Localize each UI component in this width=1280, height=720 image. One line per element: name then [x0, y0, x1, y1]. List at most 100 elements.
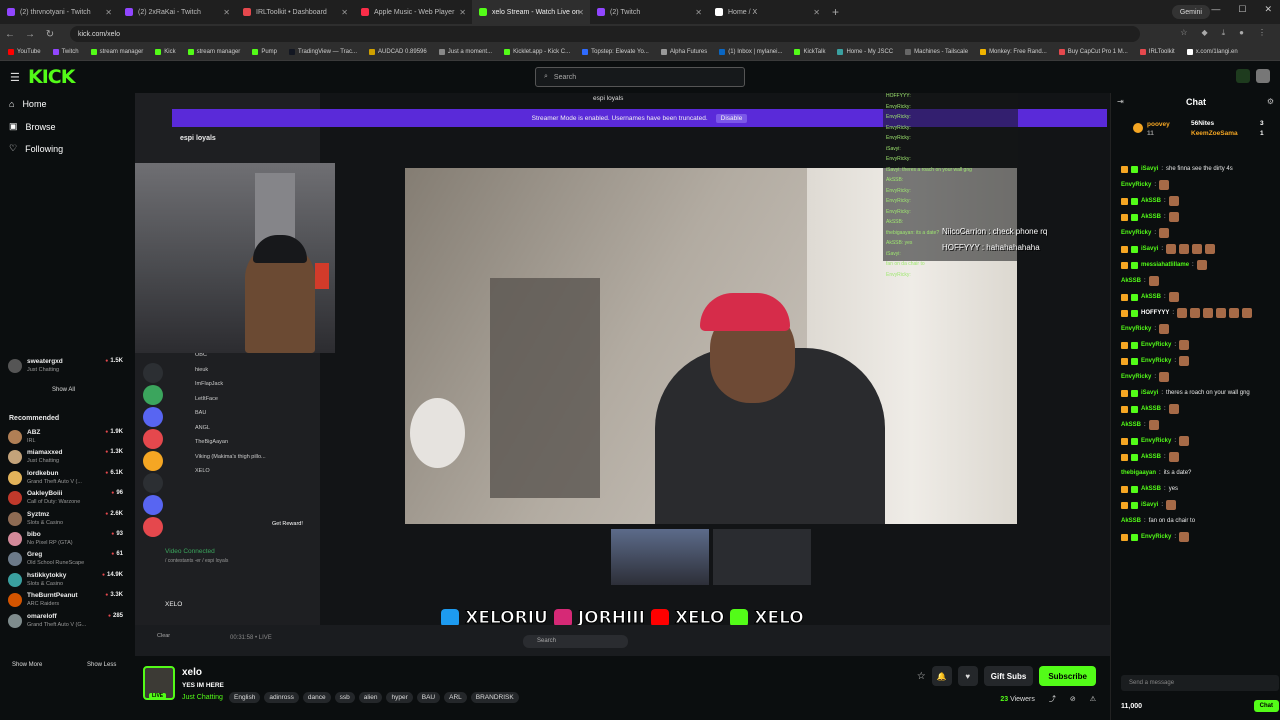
- tab-close-icon[interactable]: ✕: [813, 8, 820, 17]
- bookmark-item[interactable]: Machines - Tailscale: [905, 49, 968, 55]
- browser-tab[interactable]: Home / X ✕: [708, 0, 826, 24]
- browser-tab[interactable]: (2) Twitch ✕: [590, 0, 708, 24]
- following-item[interactable]: sweatergxd Just Chatting 1.5K: [8, 356, 123, 377]
- kick-logo[interactable]: KICK: [28, 66, 75, 88]
- tab-close-icon[interactable]: ✕: [695, 8, 702, 17]
- recommended-channel[interactable]: TheBurntPeanutARC Raiders3.3K: [8, 590, 123, 611]
- bookmark-item[interactable]: Monkey: Free Rand...: [980, 49, 1047, 55]
- forward-icon[interactable]: →: [20, 29, 40, 40]
- chat-username[interactable]: EnvyRicky: [1121, 180, 1151, 190]
- bookmark-item[interactable]: Kicklet.app - Kick C...: [504, 49, 570, 55]
- nav-browse[interactable]: ▣ Browse: [9, 121, 56, 132]
- chat-username[interactable]: messiahatlillame: [1141, 260, 1189, 270]
- chat-username[interactable]: AkSSB: [1141, 404, 1161, 414]
- chat-send-button[interactable]: Chat: [1253, 700, 1279, 712]
- channel-points[interactable]: 11,000: [1121, 703, 1142, 710]
- stream-video[interactable]: OBC hieuk ImFlapJack LetItFace BAU ANGL TheBig…: [135, 93, 1110, 656]
- browser-tab[interactable]: (2) 2xRaKai - Twitch ✕: [118, 0, 236, 24]
- recommended-channel[interactable]: OakleyBoiiiCall of Duty: Warzone96: [8, 488, 123, 509]
- bookmark-item[interactable]: (1) Inbox | mylanei...: [719, 49, 782, 55]
- chat-username[interactable]: AkSSB: [1121, 516, 1141, 526]
- minimize-icon[interactable]: —: [1211, 4, 1220, 15]
- chat-username[interactable]: iSavyi: [1141, 388, 1158, 398]
- search-input[interactable]: ⌕ Search: [535, 67, 745, 87]
- bookmark-item[interactable]: Pump: [252, 49, 277, 55]
- bookmark-item[interactable]: Buy CapCut Pro 1 M...: [1058, 49, 1128, 55]
- close-icon[interactable]: ✕: [1264, 4, 1272, 15]
- stream-tag[interactable]: adinross: [264, 692, 299, 703]
- bookmark-star-icon[interactable]: ☆: [1180, 28, 1187, 38]
- nav-following[interactable]: ♡ Following: [9, 143, 63, 154]
- chat-username[interactable]: thebigaayan: [1121, 468, 1156, 478]
- bookmark-item[interactable]: TradingView — Trac...: [289, 49, 357, 55]
- profile-icon[interactable]: ●: [1239, 28, 1244, 38]
- recommended-channel[interactable]: biboNo Pixel RP (GTA)93: [8, 529, 123, 550]
- chat-username[interactable]: AkSSB: [1141, 452, 1161, 462]
- subscribe-button[interactable]: Subscribe: [1039, 666, 1096, 686]
- chat-username[interactable]: EnvyRicky: [1121, 324, 1151, 334]
- chat-username[interactable]: EnvyRicky: [1121, 228, 1151, 238]
- show-all-link[interactable]: Show All: [52, 387, 75, 393]
- tab-close-icon[interactable]: ✕: [223, 8, 230, 17]
- recommended-channel[interactable]: omareloffGrand Theft Auto V (G...285: [8, 611, 123, 632]
- new-tab-icon[interactable]: +: [826, 5, 845, 19]
- chat-username[interactable]: AkSSB: [1141, 292, 1161, 302]
- chat-username[interactable]: iSavyi: [1141, 244, 1158, 254]
- browser-tab[interactable]: (2) thrvnotyani - Twitch ✕: [0, 0, 118, 24]
- stream-tag[interactable]: English: [229, 692, 261, 703]
- chat-username[interactable]: AkSSB: [1141, 196, 1161, 206]
- downloads-icon[interactable]: ⤓: [1222, 28, 1226, 38]
- chat-username[interactable]: EnvyRicky: [1141, 532, 1171, 542]
- browser-tab[interactable]: IRLToolkit • Dashboard ✕: [236, 0, 354, 24]
- chat-input[interactable]: Send a message: [1121, 675, 1279, 691]
- bookmark-item[interactable]: stream manager: [187, 49, 240, 55]
- chat-username[interactable]: EnvyRicky: [1121, 372, 1151, 382]
- tab-close-icon[interactable]: ✕: [577, 8, 584, 17]
- notifications-icon[interactable]: [1236, 69, 1250, 83]
- recommended-channel[interactable]: miamaxxedJust Chatting1.3K: [8, 447, 123, 468]
- bookmark-item[interactable]: AUDCAD 0.89596: [369, 49, 427, 55]
- stream-category[interactable]: Just Chatting: [182, 694, 223, 701]
- gift-subs-button[interactable]: Gift Subs: [983, 666, 1034, 686]
- follow-heart-icon[interactable]: ♥: [957, 666, 978, 686]
- stream-tag[interactable]: hyper: [386, 692, 413, 703]
- bookmark-item[interactable]: Topstep: Elevate Yo...: [582, 49, 649, 55]
- tab-close-icon[interactable]: ✕: [105, 8, 112, 17]
- menu-icon[interactable]: ⋮: [1258, 28, 1266, 38]
- bookmark-item[interactable]: KickTalk: [794, 49, 825, 55]
- back-icon[interactable]: ←: [0, 29, 20, 40]
- nav-home[interactable]: ⌂ Home: [9, 99, 46, 109]
- stream-tag[interactable]: dance: [302, 692, 331, 703]
- recommended-channel[interactable]: ABZIRL1.9K: [8, 427, 123, 448]
- bookmark-item[interactable]: Alpha Futures: [660, 49, 707, 55]
- chat-username[interactable]: AkSSB: [1121, 420, 1141, 430]
- chat-username[interactable]: EnvyRicky: [1141, 436, 1171, 446]
- bookmark-item[interactable]: Just a moment...: [438, 49, 492, 55]
- bookmark-item[interactable]: Home - My JSCC: [837, 49, 893, 55]
- chat-username[interactable]: AkSSB: [1121, 276, 1141, 286]
- chat-username[interactable]: AkSSB: [1141, 484, 1161, 494]
- stream-tag[interactable]: ARL: [444, 692, 467, 703]
- hide-icon[interactable]: ⊘: [1070, 695, 1076, 703]
- chat-username[interactable]: HOFFYYY: [1141, 308, 1169, 318]
- bookmark-item[interactable]: stream manager: [90, 49, 143, 55]
- tab-close-icon[interactable]: ✕: [459, 8, 466, 17]
- recommended-channel[interactable]: hstikkytokkySlots & Casino14.9K: [8, 570, 123, 591]
- show-less-link[interactable]: Show Less: [87, 662, 116, 668]
- chat-username[interactable]: iSavyi: [1141, 164, 1158, 174]
- extensions-icon[interactable]: ◆: [1201, 28, 1207, 38]
- hamburger-menu-icon[interactable]: ☰: [10, 71, 20, 84]
- report-icon[interactable]: ⚠: [1090, 695, 1096, 703]
- chat-settings-icon[interactable]: ⚙: [1267, 97, 1274, 106]
- channel-name[interactable]: xelo: [182, 667, 202, 678]
- stream-tag[interactable]: BRANDRISK: [470, 692, 519, 703]
- chat-username[interactable]: iSavyi: [1141, 500, 1158, 510]
- star-icon[interactable]: ☆: [917, 671, 926, 682]
- bookmark-item[interactable]: Twitch: [52, 49, 79, 55]
- recommended-channel[interactable]: lordkebunGrand Theft Auto V (...6.1K: [8, 468, 123, 489]
- bookmark-item[interactable]: x.com/1langi.en: [1186, 49, 1238, 55]
- browser-tab[interactable]: xelo Stream - Watch Live on ✕: [472, 0, 590, 24]
- stream-tag[interactable]: alien: [358, 692, 383, 703]
- bookmark-item[interactable]: YouTube: [8, 49, 41, 55]
- chat-username[interactable]: AkSSB: [1141, 212, 1161, 222]
